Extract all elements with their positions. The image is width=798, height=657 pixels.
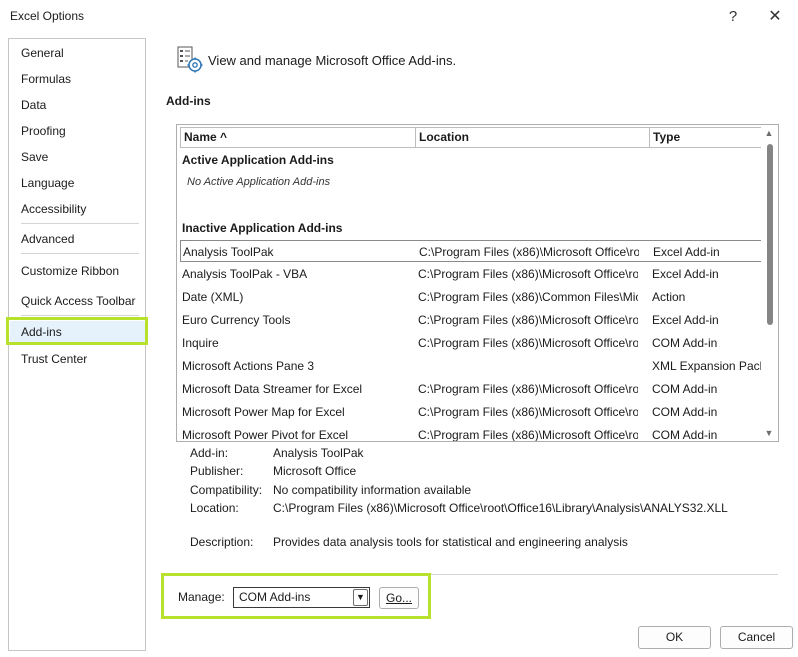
nav-item-advanced[interactable]: Advanced <box>21 232 74 246</box>
detail-label-location: Location: <box>190 501 239 515</box>
row-location: C:\Program Files (x86)\Common Files\Mic <box>418 290 638 304</box>
row-location: C:\Program Files (x86)\Microsoft Office\… <box>418 267 638 281</box>
row-name: Analysis ToolPak - VBA <box>182 267 308 281</box>
title-bar: Excel Options ? ✕ <box>0 0 798 32</box>
detail-value-publisher: Microsoft Office <box>273 464 357 478</box>
table-row[interactable]: Euro Currency Tools C:\Program Files (x8… <box>180 309 762 331</box>
detail-value-location: C:\Program Files (x86)\Microsoft Office\… <box>273 501 728 515</box>
column-header-name[interactable]: Name ^ <box>180 127 416 148</box>
nav-divider <box>21 315 139 316</box>
nav-divider <box>21 223 139 224</box>
row-name: Microsoft Power Pivot for Excel <box>182 428 349 442</box>
row-name: Microsoft Actions Pane 3 <box>182 359 315 373</box>
table-row[interactable]: Microsoft Actions Pane 3 XML Expansion P… <box>180 355 766 377</box>
nav-item-trust-center[interactable]: Trust Center <box>21 352 87 366</box>
group-header-inactive: Inactive Application Add-ins <box>182 221 343 235</box>
list-scrollbar[interactable]: ▲ ▼ <box>761 125 778 441</box>
table-row[interactable]: Date (XML) C:\Program Files (x86)\Common… <box>180 286 762 308</box>
nav-item-customize-ribbon[interactable]: Customize Ribbon <box>21 264 119 278</box>
row-type: Excel Add-in <box>653 245 720 259</box>
scroll-thumb[interactable] <box>767 144 773 325</box>
row-type: Action <box>652 290 686 304</box>
row-location: C:\Program Files (x86)\Microsoft Office\… <box>418 405 638 419</box>
go-button[interactable]: Go... <box>379 587 419 609</box>
nav-item-accessibility[interactable]: Accessibility <box>21 202 86 216</box>
nav-item-language[interactable]: Language <box>21 176 74 190</box>
row-type: COM Add-in <box>652 405 718 419</box>
row-location: C:\Program Files (x86)\Microsoft Office\… <box>418 428 638 442</box>
row-type: XML Expansion Pack <box>652 359 766 373</box>
nav-item-data[interactable]: Data <box>21 98 46 112</box>
group-header-active: Active Application Add-ins <box>182 153 334 167</box>
row-location: C:\Program Files (x86)\Microsoft Office\… <box>418 382 638 396</box>
row-name: Euro Currency Tools <box>182 313 291 327</box>
window-title: Excel Options <box>10 9 85 23</box>
row-type: Excel Add-in <box>652 267 719 281</box>
page-heading: View and manage Microsoft Office Add-ins… <box>208 53 457 68</box>
row-type: COM Add-in <box>652 382 718 396</box>
manage-label: Manage: <box>178 590 225 604</box>
row-location: C:\Program Files (x86)\Microsoft Office\… <box>418 336 638 350</box>
row-location: C:\Program Files (x86)\Microsoft Office\… <box>418 313 638 327</box>
row-name: Microsoft Power Map for Excel <box>182 405 345 419</box>
detail-label-description: Description: <box>190 535 254 549</box>
table-row[interactable]: Inquire C:\Program Files (x86)\Microsoft… <box>180 332 762 354</box>
nav-item-proofing[interactable]: Proofing <box>21 124 66 138</box>
detail-label-compatibility: Compatibility: <box>190 483 263 497</box>
chevron-down-icon[interactable]: ▼ <box>353 589 368 606</box>
nav-item-general[interactable]: General <box>21 46 64 60</box>
detail-value-compatibility: No compatibility information available <box>273 483 472 497</box>
help-button[interactable]: ? <box>720 4 746 28</box>
column-header-type[interactable]: Type <box>649 127 762 148</box>
row-name: Inquire <box>182 336 219 350</box>
nav-divider <box>21 253 139 254</box>
addins-gear-icon <box>176 45 206 75</box>
manage-dropdown-value: COM Add-ins <box>239 590 311 604</box>
scroll-up-arrow-icon[interactable]: ▲ <box>764 128 774 138</box>
close-button[interactable]: ✕ <box>762 4 788 28</box>
table-row[interactable]: Analysis ToolPak C:\Program Files (x86)\… <box>180 240 762 262</box>
detail-value-description: Provides data analysis tools for statist… <box>273 535 628 549</box>
detail-value-addin: Analysis ToolPak <box>273 446 364 460</box>
table-row[interactable]: Microsoft Data Streamer for Excel C:\Pro… <box>180 378 762 400</box>
row-name: Analysis ToolPak <box>183 245 274 259</box>
nav-item-save[interactable]: Save <box>21 150 48 164</box>
table-row[interactable]: Microsoft Power Pivot for Excel C:\Progr… <box>180 424 762 442</box>
detail-label-publisher: Publisher: <box>190 464 244 478</box>
nav-item-quick-access-toolbar[interactable]: Quick Access Toolbar <box>21 294 136 308</box>
section-title: Add-ins <box>166 94 211 108</box>
row-name: Microsoft Data Streamer for Excel <box>182 382 363 396</box>
column-header-location[interactable]: Location <box>415 127 650 148</box>
table-row[interactable]: Microsoft Power Map for Excel C:\Program… <box>180 401 762 423</box>
ok-button[interactable]: OK <box>638 626 711 649</box>
addins-highlight-box <box>6 317 148 345</box>
row-type: COM Add-in <box>652 428 718 442</box>
table-row[interactable]: Analysis ToolPak - VBA C:\Program Files … <box>180 263 762 285</box>
scroll-down-arrow-icon[interactable]: ▼ <box>764 428 774 438</box>
row-name: Date (XML) <box>182 290 244 304</box>
manage-dropdown[interactable]: COM Add-ins ▼ <box>233 587 370 608</box>
cancel-button[interactable]: Cancel <box>720 626 793 649</box>
list-header: Name ^ Location Type <box>180 127 762 148</box>
row-location: C:\Program Files (x86)\Microsoft Office\… <box>419 245 639 259</box>
empty-active-note: No Active Application Add-ins <box>187 176 331 188</box>
detail-label-addin: Add-in: <box>190 446 229 460</box>
nav-item-formulas[interactable]: Formulas <box>21 72 71 86</box>
row-type: Excel Add-in <box>652 313 719 327</box>
addins-list[interactable]: Name ^ Location Type Active Application … <box>176 124 779 442</box>
row-type: COM Add-in <box>652 336 718 350</box>
